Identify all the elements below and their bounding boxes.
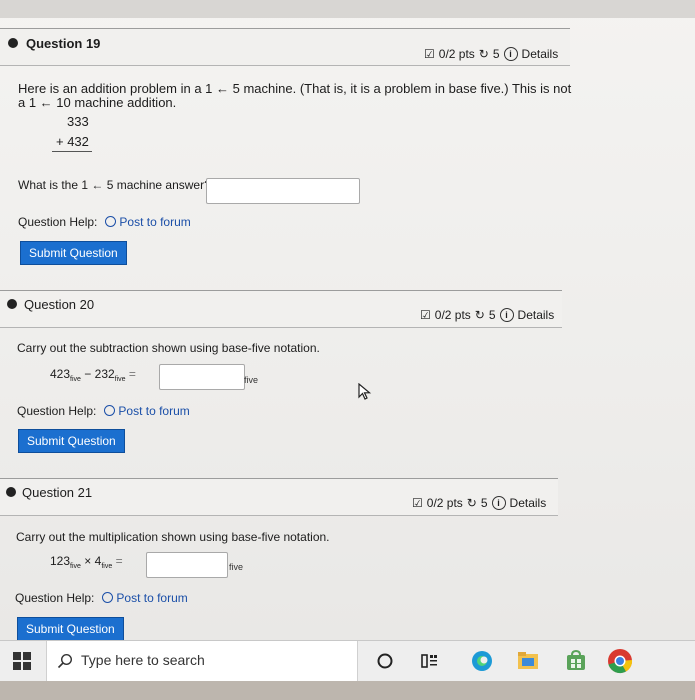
expression: 123five × 4five = <box>50 554 123 574</box>
equals-sign: = <box>115 554 123 568</box>
mouse-cursor-icon <box>358 383 372 400</box>
submit-question-button[interactable]: Submit Question <box>20 241 127 265</box>
question-bullet-icon <box>8 38 18 48</box>
attempts: 5 <box>480 496 488 510</box>
answer-input[interactable] <box>206 178 360 204</box>
operand-1-base: five <box>70 376 81 383</box>
expression: 423five − 232five = <box>50 367 136 387</box>
browser-page: Question 19 ☑ 0/2 pts ↻ 5 i Details Here… <box>0 0 695 640</box>
equals-sign: = <box>128 367 136 381</box>
speech-bubble-icon <box>105 216 117 227</box>
cortana-icon[interactable] <box>376 652 394 670</box>
question-help: Question Help: Post to forum <box>18 215 191 229</box>
answer-input[interactable] <box>159 364 245 390</box>
submit-question-button[interactable]: Submit Question <box>17 617 124 640</box>
windows-start-icon[interactable] <box>12 651 32 671</box>
help-label: Question Help: <box>18 215 98 229</box>
sum-underline <box>52 151 92 152</box>
search-placeholder: Type here to search <box>81 652 205 668</box>
question-title: Question 19 <box>26 36 101 51</box>
task-view-icon[interactable] <box>420 652 440 670</box>
question-bullet-icon <box>6 487 16 497</box>
post-to-forum-link[interactable]: Post to forum <box>102 591 188 605</box>
answer-input[interactable] <box>146 552 228 578</box>
post-to-forum-link[interactable]: Post to forum <box>105 215 191 229</box>
answer-prompt: What is the 1 ← 5 machine answer? <box>18 178 211 192</box>
question-21-header: Question 21 ☑ 0/2 pts ↻ 5 i Details <box>0 478 558 516</box>
retry-icon: ↻ <box>474 308 485 322</box>
taskbar-search-box[interactable]: Type here to search <box>46 641 358 681</box>
operand-2-base: five <box>101 563 113 570</box>
operator: − <box>84 367 92 381</box>
top-number: 333 <box>67 114 89 129</box>
question-title: Question 20 <box>24 297 95 312</box>
operand-2: 232 <box>94 367 115 381</box>
search-icon <box>57 653 73 669</box>
question-19-header: Question 19 ☑ 0/2 pts ↻ 5 i Details <box>0 28 570 66</box>
info-icon: i <box>503 47 518 61</box>
bottom-number: + 432 <box>56 134 89 149</box>
score-checkbox-icon: ☑ <box>420 308 431 322</box>
windows-taskbar: Type here to search <box>0 640 695 681</box>
details-link[interactable]: Details <box>522 47 559 61</box>
score-checkbox-icon: ☑ <box>412 496 423 510</box>
question-meta: ☑ 0/2 pts ↻ 5 i Details <box>420 308 554 322</box>
operand-2-base: five <box>114 376 126 383</box>
question-title: Question 21 <box>22 485 93 500</box>
retry-icon: ↻ <box>466 496 477 510</box>
info-icon: i <box>499 308 514 322</box>
file-explorer-icon[interactable] <box>516 650 540 672</box>
operand-1: 123 <box>50 554 71 568</box>
retry-icon: ↻ <box>478 47 489 61</box>
details-link[interactable]: Details <box>518 308 555 322</box>
info-icon: i <box>491 496 506 510</box>
operator: × <box>84 554 92 568</box>
points: 0/2 pts <box>438 47 475 61</box>
speech-bubble-icon <box>102 592 114 603</box>
question-bullet-icon <box>7 299 17 309</box>
details-link[interactable]: Details <box>510 496 547 510</box>
store-icon[interactable] <box>564 649 588 673</box>
chrome-icon[interactable] <box>606 647 634 675</box>
points: 0/2 pts <box>434 308 471 322</box>
points: 0/2 pts <box>426 496 463 510</box>
edge-browser-icon[interactable] <box>470 649 494 673</box>
speech-bubble-icon <box>104 405 116 416</box>
submit-question-button[interactable]: Submit Question <box>18 429 125 453</box>
answer-base-label: five <box>244 375 259 385</box>
operand-1: 423 <box>50 367 71 381</box>
operand-1-base: five <box>70 563 81 570</box>
score-checkbox-icon: ☑ <box>424 47 435 61</box>
question-help: Question Help: Post to forum <box>17 404 190 418</box>
help-label: Question Help: <box>17 404 97 418</box>
question-help: Question Help: Post to forum <box>15 591 188 605</box>
answer-base-label: five <box>229 562 244 572</box>
question-20-header: Question 20 ☑ 0/2 pts ↻ 5 i Details <box>0 290 562 328</box>
problem-prompt: Carry out the subtraction shown using ba… <box>17 341 320 355</box>
help-label: Question Help: <box>15 591 95 605</box>
desk-surface <box>0 681 695 700</box>
problem-prompt: Carry out the multiplication shown using… <box>16 530 330 544</box>
problem-line-1: Here is an addition problem in a 1 ← 5 m… <box>18 81 572 96</box>
attempts: 5 <box>492 47 500 61</box>
top-band <box>0 0 695 18</box>
problem-line-2: a 1 ← 10 machine addition. <box>18 95 177 110</box>
question-meta: ☑ 0/2 pts ↻ 5 i Details <box>412 496 546 510</box>
question-meta: ☑ 0/2 pts ↻ 5 i Details <box>424 47 558 61</box>
attempts: 5 <box>488 308 496 322</box>
post-to-forum-link[interactable]: Post to forum <box>104 404 190 418</box>
